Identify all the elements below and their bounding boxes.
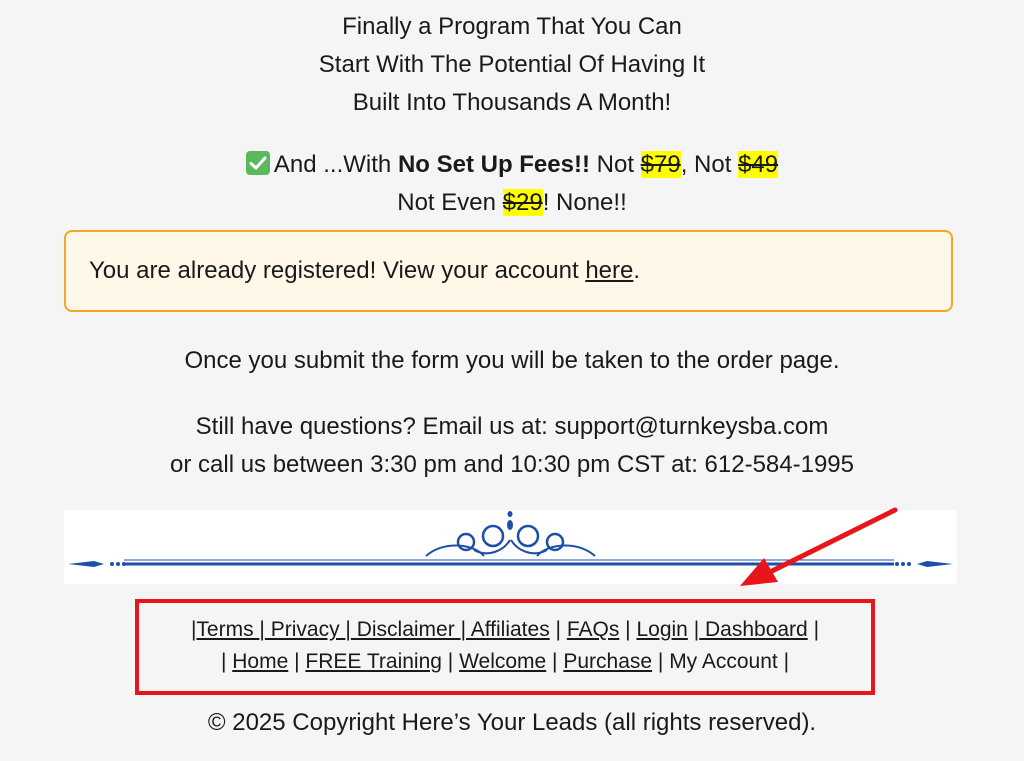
contact-info: Still have questions? Email us at: suppo… bbox=[0, 408, 1024, 484]
login-link[interactable]: Login bbox=[636, 618, 687, 641]
free-training-link[interactable]: FREE Training bbox=[305, 650, 442, 673]
contact-phone-line: or call us between 3:30 pm and 10:30 pm … bbox=[170, 451, 854, 478]
nav-separator: | bbox=[220, 650, 233, 673]
my-account-text: My Account bbox=[669, 650, 778, 673]
nav-separator: | bbox=[549, 618, 567, 641]
page: Finally a Program That You Can Start Wit… bbox=[0, 0, 1024, 761]
account-here-link[interactable]: here bbox=[585, 257, 633, 284]
footer-nav-row-1: | Terms | Privacy | Disclaimer | Affiliat… bbox=[139, 615, 871, 645]
headline-line-2: Start With The Potential Of Having It bbox=[318, 51, 706, 78]
nav-separator: | bbox=[619, 618, 637, 641]
offer-block: And ...With No Set Up Fees!! Not $79, No… bbox=[0, 146, 1024, 222]
copyright: © 2025 Copyright Here’s Your Leads (all … bbox=[207, 709, 817, 736]
home-link[interactable]: Home bbox=[232, 650, 288, 673]
footer-nav-row-2: | Home | FREE Training | Welcome | Purch… bbox=[139, 647, 871, 677]
faqs-link[interactable]: FAQs bbox=[567, 618, 620, 641]
offer-line2-suffix: ! None!! bbox=[542, 189, 627, 216]
nav-separator: | bbox=[687, 618, 700, 641]
nav-separator: | bbox=[288, 650, 306, 673]
notice-period: . bbox=[633, 257, 641, 284]
price-79: $79 bbox=[640, 151, 681, 178]
submit-note: Once you submit the form you will be tak… bbox=[184, 347, 840, 374]
nav-separator: | bbox=[652, 650, 670, 673]
nav-separator: | bbox=[807, 618, 820, 641]
price-29: $29 bbox=[502, 189, 543, 216]
offer-not-1: Not bbox=[589, 151, 641, 178]
offer-line2-prefix: Not Even bbox=[397, 189, 503, 216]
privacy-link[interactable]: Privacy bbox=[265, 618, 346, 641]
notice-text: You are already registered! View your ac… bbox=[89, 257, 586, 284]
offer-prefix: And ...With bbox=[273, 151, 398, 178]
headline-line-3: Built Into Thousands A Month! bbox=[352, 89, 672, 116]
no-setup-fees: No Set Up Fees!! bbox=[397, 151, 590, 178]
headline-line-1: Finally a Program That You Can bbox=[342, 13, 682, 40]
footer-nav-highlight-box: | Terms | Privacy | Disclaimer | Affiliat… bbox=[135, 599, 875, 695]
offer-line-2: Not Even $29! None!! bbox=[0, 184, 1024, 222]
purchase-link[interactable]: Purchase bbox=[563, 650, 652, 673]
nav-separator: | bbox=[546, 650, 564, 673]
price-49: $49 bbox=[738, 151, 779, 178]
offer-line-1: And ...With No Set Up Fees!! Not $79, No… bbox=[0, 146, 1024, 184]
annotation-arrow-icon bbox=[740, 507, 898, 586]
dashboard-link[interactable]: Dashboard bbox=[699, 618, 808, 641]
nav-separator: | bbox=[441, 650, 460, 673]
offer-not-2: , Not bbox=[680, 151, 739, 178]
headline: Finally a Program That You Can Start Wit… bbox=[0, 8, 1024, 122]
disclaimer-link[interactable]: Disclaimer bbox=[351, 618, 461, 641]
terms-link[interactable]: Terms bbox=[196, 618, 259, 641]
contact-email-line: Still have questions? Email us at: suppo… bbox=[195, 413, 829, 440]
check-mark-icon bbox=[245, 151, 270, 175]
already-registered-notice: You are already registered! View your ac… bbox=[64, 230, 953, 312]
affiliates-link[interactable]: Affiliates bbox=[466, 618, 550, 641]
welcome-link[interactable]: Welcome bbox=[459, 650, 546, 673]
nav-separator: | bbox=[777, 650, 790, 673]
